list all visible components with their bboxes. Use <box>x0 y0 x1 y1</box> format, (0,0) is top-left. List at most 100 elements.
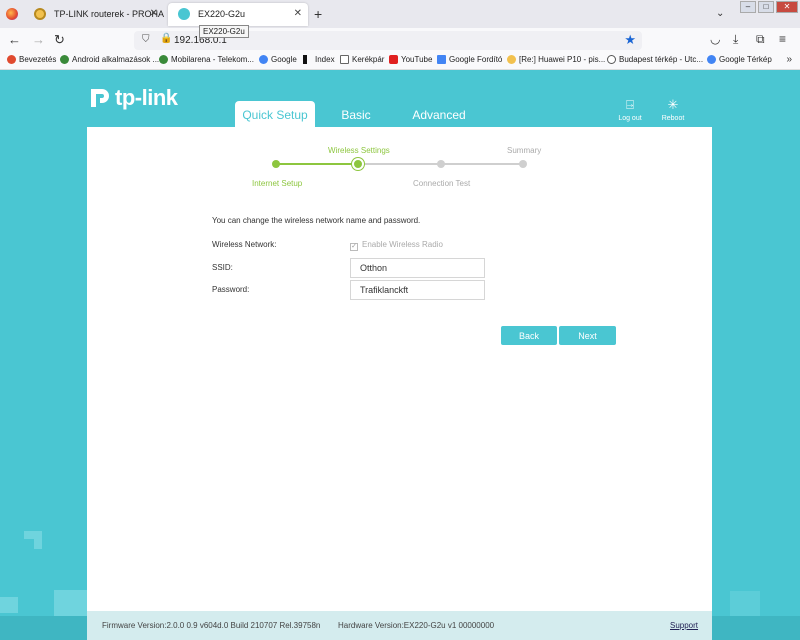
bookmark-item[interactable]: Index <box>303 55 335 64</box>
window-controls: – □ ✕ <box>740 1 798 13</box>
tab-tooltip: EX220-G2u <box>199 25 249 38</box>
reboot-button[interactable]: ✳ Reboot <box>656 97 690 122</box>
bookmark-item[interactable]: Mobilarena - Telekom... <box>159 55 254 64</box>
tab-proharder[interactable]: TP-LINK routerek - PROHARDV ✕ <box>24 3 164 26</box>
bookmark-item[interactable]: Bevezetés <box>7 55 56 64</box>
tab-title: TP-LINK routerek - PROHARDV <box>54 9 164 19</box>
bookmark-icon <box>60 55 69 64</box>
intro-text: You can change the wireless network name… <box>212 216 421 225</box>
ssid-input[interactable] <box>350 258 485 278</box>
bookmark-icon <box>159 55 168 64</box>
bookmark-item[interactable]: Google Fordító <box>437 55 502 64</box>
decor-shape <box>712 616 800 640</box>
decor-shape <box>0 616 87 640</box>
tab-basic[interactable]: Basic <box>326 101 386 127</box>
bookmark-star-icon[interactable]: ★ <box>624 32 636 48</box>
bookmark-label: Google Térkép <box>719 55 772 64</box>
maximize-icon[interactable]: □ <box>758 1 774 13</box>
youtube-icon <box>389 55 398 64</box>
hardware-version: Hardware Version:EX220-G2u v1 00000000 <box>338 621 495 630</box>
google-icon <box>259 55 268 64</box>
lock-icon[interactable]: 🔒 <box>160 33 172 44</box>
back-button[interactable]: Back <box>501 326 557 345</box>
bookmark-item[interactable]: Budapest térkép - Utc... <box>607 55 703 64</box>
firefox-icon[interactable] <box>6 8 18 20</box>
decor-shape <box>0 597 18 613</box>
bookmark-label: Budapest térkép - Utc... <box>619 55 704 64</box>
checkbox-check-icon: ✓ <box>350 243 358 251</box>
new-tab-icon[interactable]: + <box>314 6 322 22</box>
router-page: tp-link Quick Setup Basic Advanced ⍈ Log… <box>0 71 800 640</box>
pocket-icon[interactable]: ◡ <box>710 32 720 46</box>
step-dot-wireless-settings <box>352 158 364 170</box>
decor-shape <box>34 539 42 549</box>
download-icon[interactable]: ⤓ <box>733 32 738 47</box>
wireless-network-label: Wireless Network: <box>212 240 277 249</box>
tplink-logo: tp-link <box>88 85 178 111</box>
bookmark-item[interactable]: [Re:] Huawei P10 - pis... <box>507 55 605 64</box>
decor-shape <box>730 591 760 616</box>
more-bookmarks-icon[interactable]: » <box>786 54 792 65</box>
bookmark-label: YouTube <box>401 55 433 64</box>
tplink-logo-icon <box>91 89 109 107</box>
bookmark-label: Google <box>271 55 297 64</box>
support-link[interactable]: Support <box>670 621 698 630</box>
back-arrow-icon[interactable]: ← <box>8 32 21 47</box>
reboot-icon: ✳ <box>667 97 679 112</box>
browser-tab-bar: TP-LINK routerek - PROHARDV ✕ EX220-G2u … <box>0 0 800 28</box>
tab-title: EX220-G2u <box>198 9 246 19</box>
quick-setup-panel: Wireless Settings Summary Internet Setup… <box>87 127 712 612</box>
enable-radio-label: Enable Wireless Radio <box>362 240 443 249</box>
folder-icon <box>340 55 349 64</box>
logout-button[interactable]: ⍈ Log out <box>613 97 647 122</box>
shield-icon[interactable]: ⛉ <box>142 34 150 45</box>
enable-wireless-radio-checkbox[interactable]: ✓ Enable Wireless Radio <box>350 240 443 251</box>
step-label-wireless-settings: Wireless Settings <box>328 146 390 155</box>
bookmark-item[interactable]: Android alkalmazások ... <box>60 55 159 64</box>
list-tabs-icon[interactable]: ⌄ <box>716 8 724 19</box>
bookmark-label: [Re:] Huawei P10 - pis... <box>519 55 606 64</box>
password-input[interactable] <box>350 280 485 300</box>
bookmarks-bar: Bevezetés Android alkalmazások ... Mobil… <box>0 52 800 70</box>
next-button[interactable]: Next <box>559 326 616 345</box>
footer: Firmware Version:2.0.0 0.9 v604d.0 Build… <box>87 611 712 640</box>
bookmark-label: Google Fordító <box>449 55 503 64</box>
menu-icon[interactable]: ≡ <box>779 32 786 46</box>
google-icon <box>707 55 716 64</box>
step-dot-connection-test <box>437 160 445 168</box>
tab-ex220[interactable]: EX220-G2u ✕ <box>168 3 308 26</box>
step-dot-summary <box>519 160 527 168</box>
bookmark-icon <box>7 55 16 64</box>
bookmark-label: Kerékpár <box>352 55 385 64</box>
step-dot-internet-setup <box>272 160 280 168</box>
bookmark-item[interactable]: Kerékpár <box>340 55 384 64</box>
password-label: Password: <box>212 285 250 294</box>
bookmark-item[interactable]: Google Térkép <box>707 55 772 64</box>
close-window-icon[interactable]: ✕ <box>776 1 798 13</box>
browser-nav-bar: ← → ↻ ⛉ 🔒 192.168.0.1 ★ ◡ ⤓ ⧉ ≡ <box>0 28 800 52</box>
bookmark-item[interactable]: YouTube <box>389 55 432 64</box>
logo-text: tp-link <box>115 85 178 110</box>
reboot-label: Reboot <box>661 115 685 122</box>
bookmark-label: Index <box>315 55 335 64</box>
forward-arrow-icon[interactable]: → <box>32 32 45 47</box>
bookmark-item[interactable]: Google <box>259 55 297 64</box>
tab-advanced[interactable]: Advanced <box>400 101 478 127</box>
minimize-icon[interactable]: – <box>740 1 756 13</box>
step-label-internet-setup: Internet Setup <box>252 179 303 188</box>
progress-line-done <box>277 163 359 165</box>
bookmark-label: Android alkalmazások ... <box>72 55 160 64</box>
tab-quick-setup[interactable]: Quick Setup <box>235 101 315 127</box>
step-label-connection-test: Connection Test <box>413 179 471 188</box>
close-tab-icon[interactable]: ✕ <box>150 8 158 19</box>
logout-icon: ⍈ <box>626 97 634 112</box>
step-label-summary: Summary <box>507 146 542 155</box>
translate-icon <box>437 55 446 64</box>
extensions-icon[interactable]: ⧉ <box>756 32 765 47</box>
reload-icon[interactable]: ↻ <box>54 32 65 48</box>
firmware-version: Firmware Version:2.0.0 0.9 v604d.0 Build… <box>102 621 321 630</box>
logout-label: Log out <box>618 115 642 122</box>
close-tab-icon[interactable]: ✕ <box>294 8 302 19</box>
bookmark-label: Bevezetés <box>19 55 57 64</box>
favicon-icon <box>34 8 46 20</box>
